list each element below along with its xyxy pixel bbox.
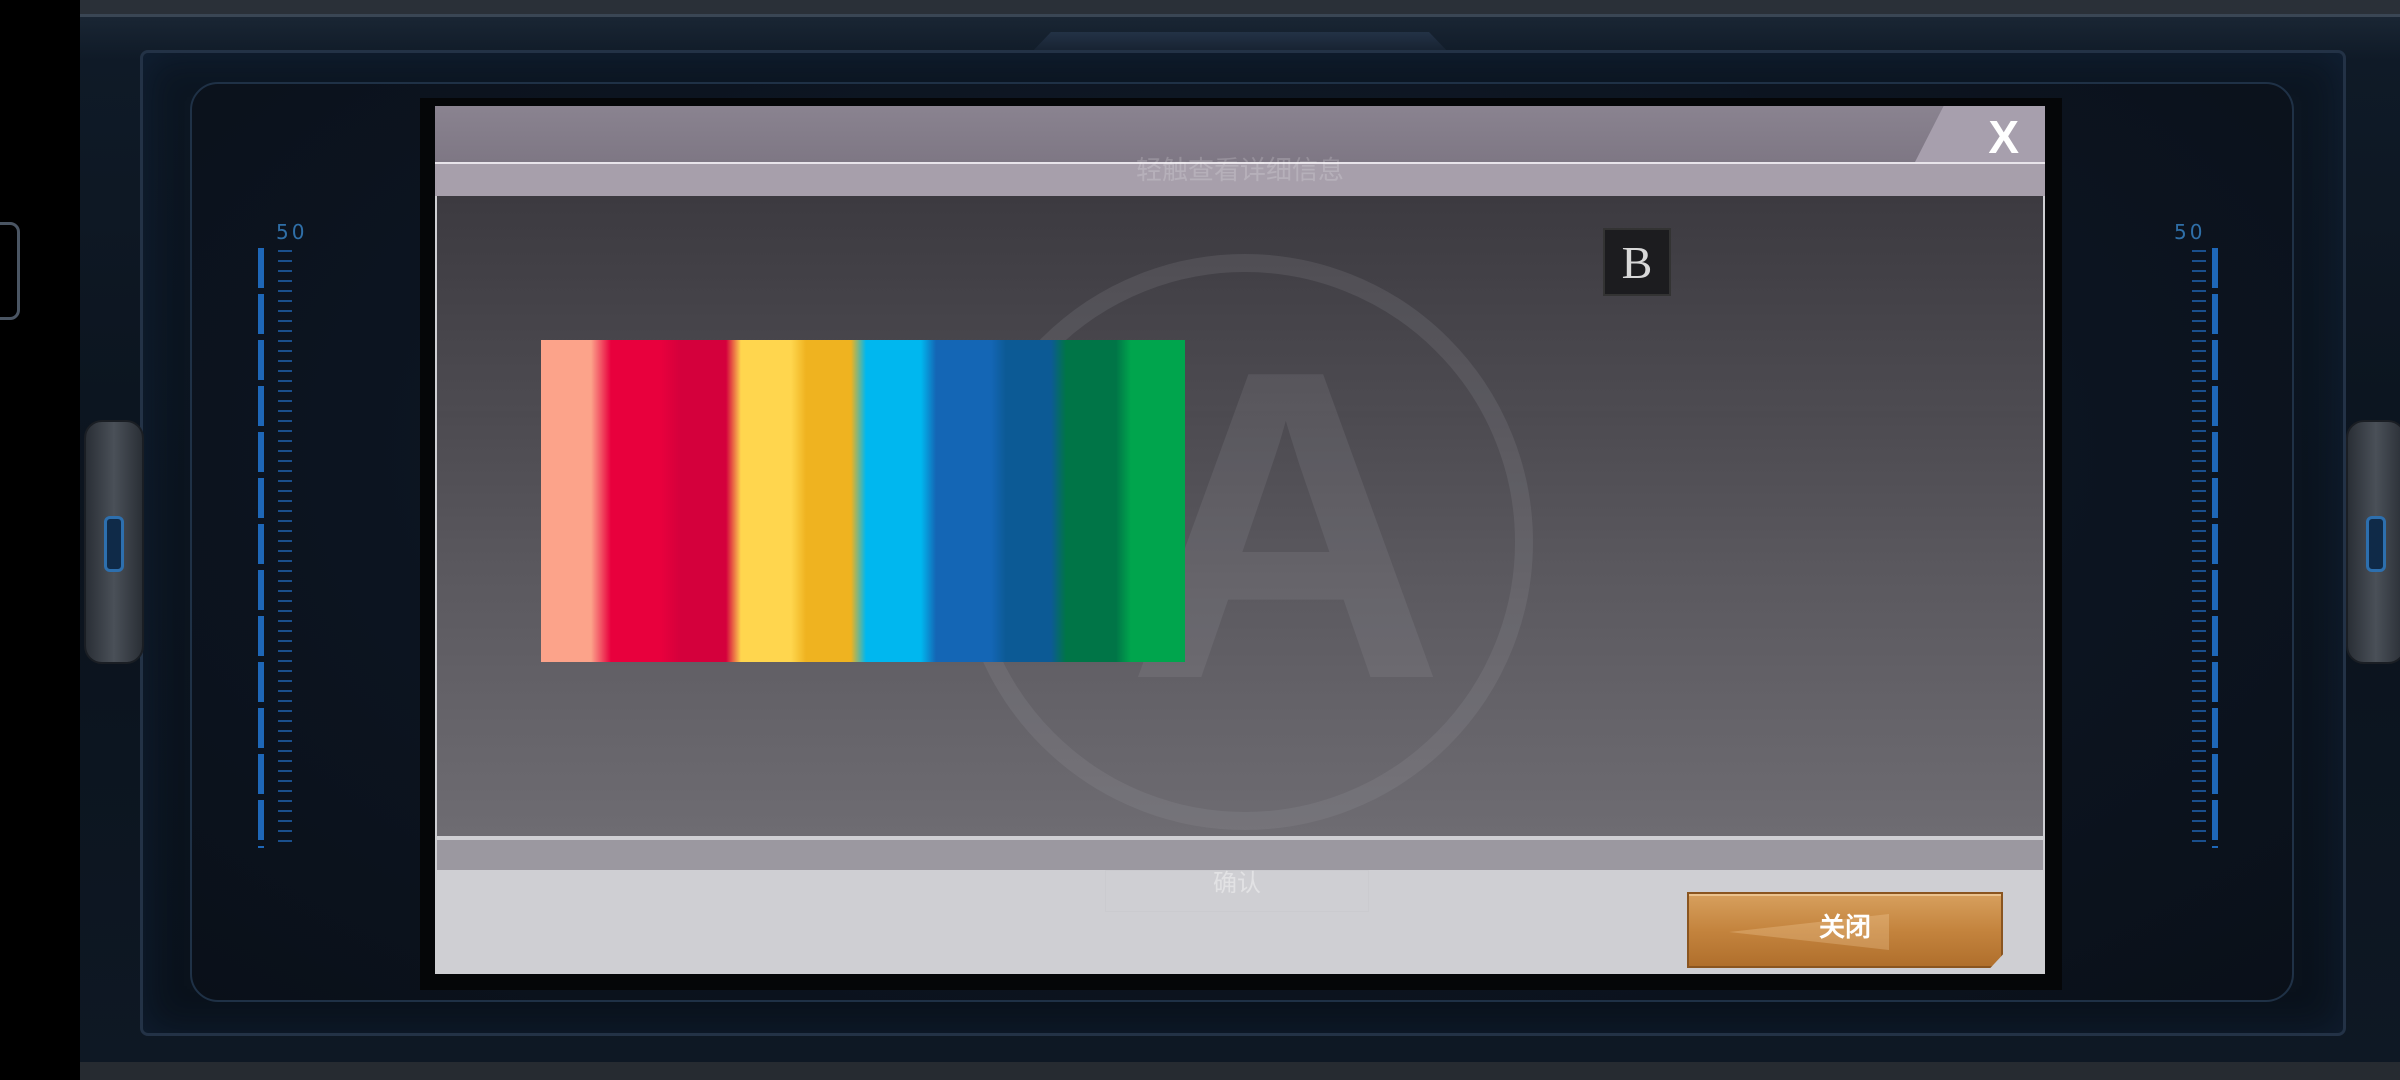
b-badge-icon: B (1603, 228, 1671, 296)
ruler-ticks (2192, 250, 2206, 850)
right-handle[interactable] (2346, 420, 2400, 664)
color-stripes-image (541, 340, 1185, 662)
close-button[interactable]: 关闭 (1687, 892, 2003, 968)
close-x-button[interactable]: X (1915, 106, 2045, 162)
content-bottom-band (437, 840, 2043, 870)
ruler-label: 50 (276, 220, 308, 244)
bottom-border (80, 1062, 2400, 1080)
ruler-ticks (278, 250, 292, 850)
handle-slot-icon (104, 516, 124, 572)
right-ruler: 50 (2172, 220, 2218, 850)
left-ruler: 50 (256, 220, 304, 850)
modal-content: A B (437, 196, 2043, 836)
ghost-confirm-button: 确认 (1105, 870, 1369, 912)
notch-outline (0, 222, 20, 320)
left-black-bezel (0, 0, 80, 1080)
handle-slot-icon (2366, 516, 2386, 572)
detail-modal: X 轻触查看详细信息 A B 确认 关闭 (435, 106, 2045, 974)
ruler-bar (258, 248, 264, 848)
ruler-label: 50 (2174, 220, 2206, 244)
left-handle[interactable] (84, 420, 144, 664)
ghost-title: 轻触查看详细信息 (1135, 156, 1344, 186)
top-border (80, 14, 2400, 17)
ruler-bar (2212, 248, 2218, 848)
close-button-label: 关闭 (1818, 913, 1871, 943)
close-icon: X (1988, 111, 2019, 163)
